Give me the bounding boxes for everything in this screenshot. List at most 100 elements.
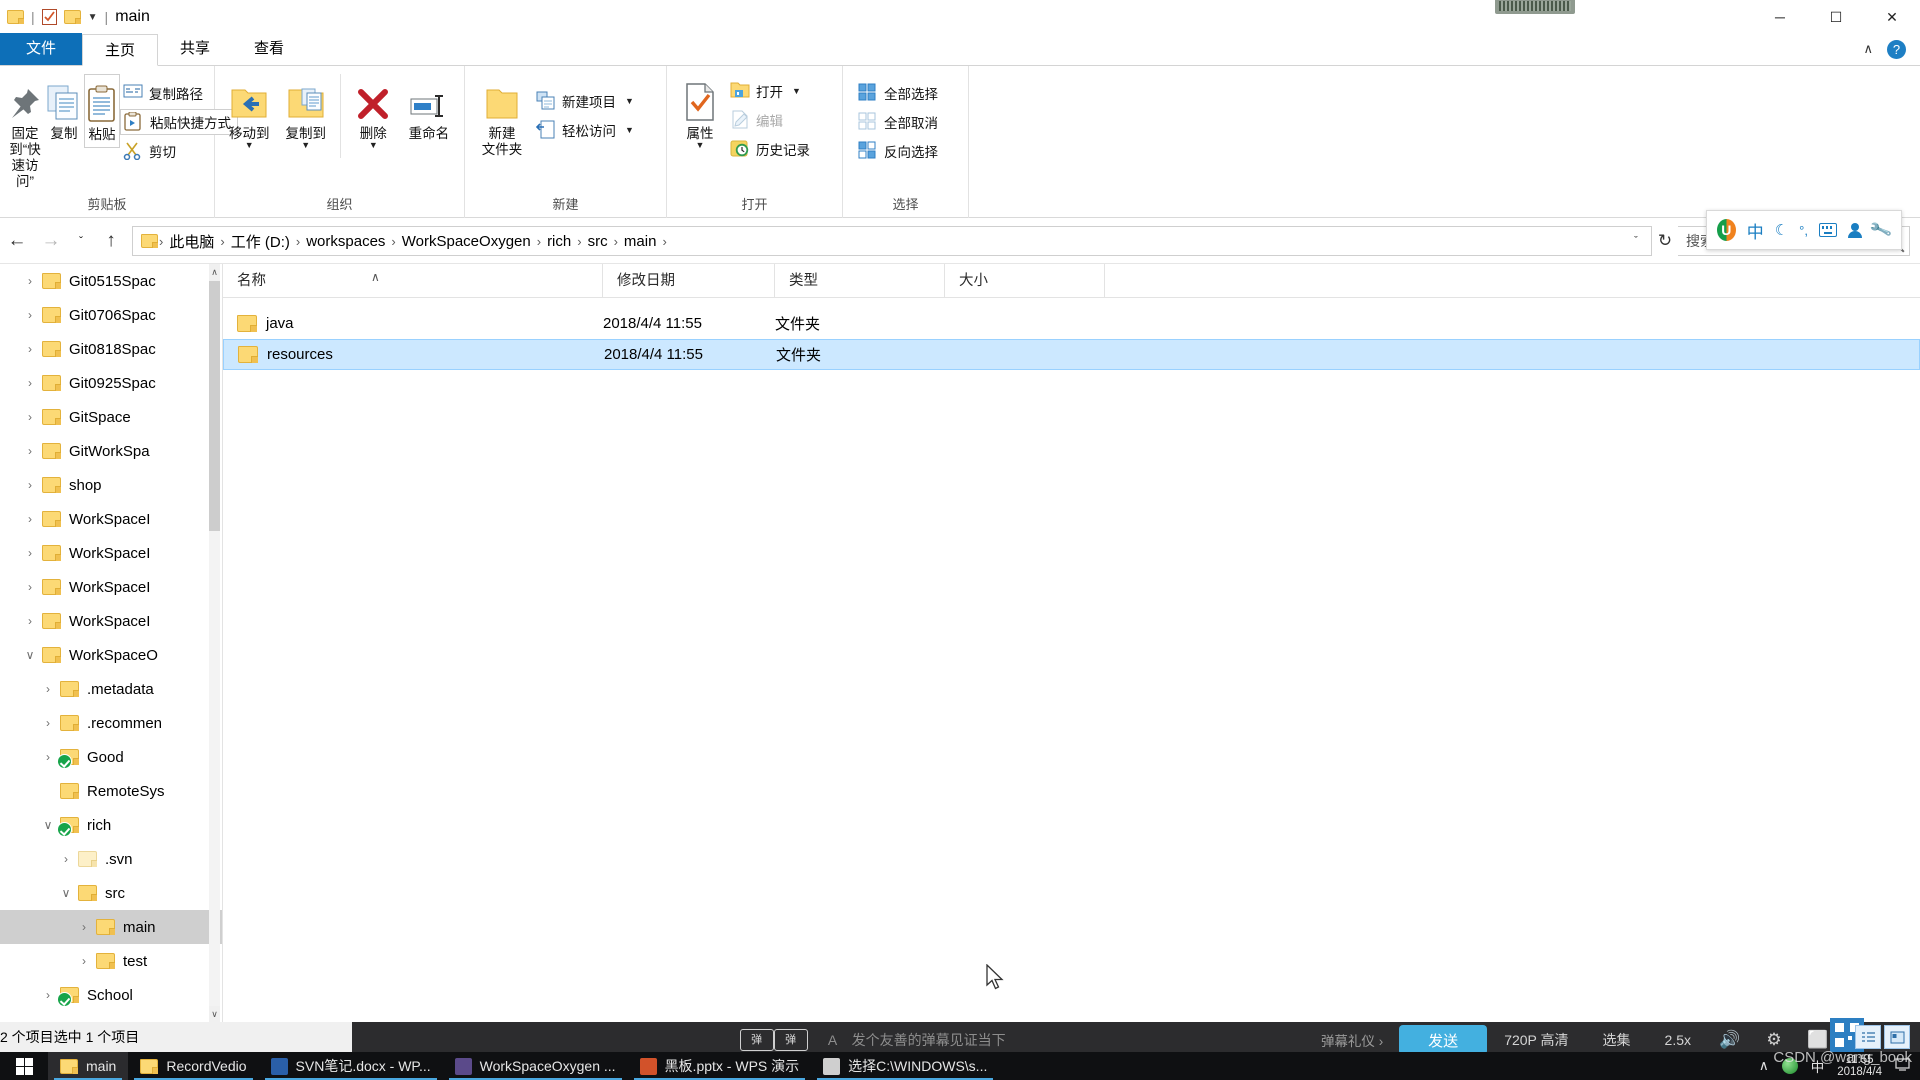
help-icon[interactable]: ? <box>1887 39 1906 59</box>
chevron-down-icon[interactable]: ▼ <box>88 12 98 23</box>
chevron-right-icon[interactable]: › <box>36 682 60 696</box>
keyboard-icon[interactable] <box>1818 223 1838 237</box>
open-caret-icon[interactable]: ▼ <box>792 86 801 96</box>
player-quality-button[interactable]: 720P 高清 <box>1487 1030 1585 1050</box>
tab-home[interactable]: 主页 <box>82 34 159 66</box>
column-header-date[interactable]: 修改日期 <box>603 263 775 298</box>
delete-button[interactable]: 删除 ▼ <box>347 74 400 152</box>
easy-access-button[interactable]: 轻松访问 ▼ <box>533 117 640 143</box>
user-icon[interactable] <box>1848 222 1863 238</box>
taskbar-item-4[interactable]: 黑板.pptx - WPS 演示 <box>628 1052 812 1080</box>
breadcrumb[interactable]: › 此电脑 › 工作 (D:) › workspaces › WorkSpace… <box>132 226 1652 256</box>
taskbar-item-3[interactable]: WorkSpaceOxygen ... <box>443 1052 628 1080</box>
tree-item-workspacei[interactable]: › WorkSpaceI <box>0 570 222 604</box>
refresh-button[interactable]: ↻ <box>1652 231 1678 251</box>
chevron-right-icon[interactable]: › <box>18 410 42 424</box>
chevron-right-icon[interactable]: › <box>54 852 78 866</box>
chevron-right-icon[interactable]: › <box>36 716 60 730</box>
paste-button[interactable]: 粘贴 <box>84 74 120 148</box>
taskbar[interactable]: main RecordVedio SVN笔记.docx - WP... WorkSpa… <box>0 1052 1920 1080</box>
chevron-right-icon[interactable]: › <box>18 546 42 560</box>
chevron-right-icon[interactable]: › <box>72 954 96 968</box>
player-settings-gear-icon[interactable]: ⚙ <box>1752 1030 1796 1050</box>
tree-item-git0515spac[interactable]: › Git0515Spac <box>0 264 222 298</box>
folder-icon-2[interactable] <box>63 10 81 24</box>
copy-to-button[interactable]: 复制到 ▼ <box>277 74 333 152</box>
tree-item-gitworkspa[interactable]: › GitWorkSpa <box>0 434 222 468</box>
column-headers[interactable]: 名称 ∧ 修改日期 类型 大小 <box>223 263 1920 298</box>
chevron-down-icon[interactable]: ∨ <box>18 648 42 662</box>
danmaku-settings-button[interactable]: 弹 <box>773 1029 808 1051</box>
tree-item-workspacei[interactable]: › WorkSpaceI <box>0 536 222 570</box>
breadcrumb-drive-d[interactable]: 工作 (D:) <box>226 231 295 252</box>
breadcrumb-rich[interactable]: rich <box>542 233 576 250</box>
taskbar-item-0[interactable]: main <box>48 1052 129 1080</box>
chevron-right-icon[interactable]: › <box>18 580 42 594</box>
tree-item-shop[interactable]: › shop <box>0 468 222 502</box>
navigation-pane[interactable]: › Git0515Spac › Git0706Spac › Git0818Spac › Git… <box>0 264 222 1022</box>
tab-share[interactable]: 共享 <box>158 33 232 65</box>
tree-item-git0706spac[interactable]: › Git0706Spac <box>0 298 222 332</box>
collapse-ribbon-icon[interactable]: ∧ <box>1863 41 1873 57</box>
tree-item-good[interactable]: › Good <box>0 740 222 774</box>
folder-icon[interactable] <box>7 10 24 24</box>
chevron-right-icon[interactable]: › <box>18 342 42 356</box>
column-header-type[interactable]: 类型 <box>775 263 945 298</box>
select-all-button[interactable]: 全部选择 <box>855 80 944 106</box>
minimize-button[interactable]: ─ <box>1752 0 1808 34</box>
chevron-right-icon[interactable]: › <box>18 274 42 288</box>
properties-button[interactable]: 属性 ▼ <box>673 74 727 152</box>
cell-name[interactable]: java <box>223 315 603 332</box>
invert-selection-button[interactable]: 反向选择 <box>855 138 944 164</box>
tree-item-.recommen[interactable]: › .recommen <box>0 706 222 740</box>
address-dropdown-icon[interactable]: ˇ <box>1625 235 1647 247</box>
edit-button[interactable]: 编辑 <box>727 107 816 133</box>
taskbar-items[interactable]: main RecordVedio SVN笔记.docx - WP... WorkSpa… <box>48 1052 999 1080</box>
view-mode-buttons[interactable] <box>1855 1022 1910 1052</box>
move-to-caret-icon[interactable]: ▼ <box>245 141 254 150</box>
chevron-right-icon[interactable]: › <box>36 784 60 798</box>
taskbar-item-1[interactable]: RecordVedio <box>128 1052 258 1080</box>
ime-toolbar[interactable]: 中 ☾ °, 🔧 <box>1706 210 1902 250</box>
copy-button[interactable]: 复制 <box>44 74 84 146</box>
new-folder-button[interactable]: 新建 文件夹 <box>471 74 533 162</box>
close-button[interactable]: ✕ <box>1864 0 1920 34</box>
player-volume-icon[interactable]: 🔊 <box>1708 1030 1752 1050</box>
taskbar-item-2[interactable]: SVN笔记.docx - WP... <box>259 1052 443 1080</box>
player-episodes-button[interactable]: 选集 <box>1586 1030 1648 1050</box>
tab-view[interactable]: 查看 <box>232 33 306 65</box>
breadcrumb-src[interactable]: src <box>583 233 613 250</box>
quick-access-toolbar[interactable]: | ▼ | main <box>0 0 150 34</box>
nav-scroll-thumb[interactable] <box>209 281 220 531</box>
chevron-down-icon[interactable]: ∨ <box>54 886 78 900</box>
tree-item-.svn[interactable]: › .svn <box>0 842 222 876</box>
file-rows[interactable]: java 2018/4/4 11:55 文件夹 resources 2018/4/4 1… <box>223 308 1920 370</box>
up-button[interactable]: ↑ <box>94 225 128 257</box>
breadcrumb-workspaces[interactable]: workspaces <box>301 233 390 250</box>
ime-mode-toggle[interactable]: 中 <box>1747 218 1764 243</box>
tree-item-src[interactable]: ∨ src <box>0 876 222 910</box>
ribbon-tabs[interactable]: 文件 主页 共享 查看 ∧ ? <box>0 33 1920 66</box>
breadcrumb-items[interactable]: › 此电脑 › 工作 (D:) › workspaces › WorkSpace… <box>158 231 1625 252</box>
pin-quick-access-button[interactable]: 固定到“快速访问” <box>6 74 44 194</box>
sogou-logo-icon[interactable] <box>1717 219 1736 241</box>
taskbar-item-5[interactable]: 选择C:\WINDOWS\s... <box>811 1052 999 1080</box>
chevron-right-icon[interactable]: › <box>18 478 42 492</box>
tree-item-test[interactable]: › test <box>0 944 222 978</box>
easy-access-caret-icon[interactable]: ▼ <box>625 125 634 135</box>
tree-item-git0818spac[interactable]: › Git0818Spac <box>0 332 222 366</box>
file-list-pane[interactable]: 名称 ∧ 修改日期 类型 大小 java 2018/4/4 11:55 文件夹 res… <box>222 263 1920 1022</box>
rename-button[interactable]: 重命名 <box>400 74 458 146</box>
back-button[interactable]: ← <box>0 225 34 257</box>
tree-item-workspaceo[interactable]: ∨ WorkSpaceO <box>0 638 222 672</box>
folder-tree[interactable]: › Git0515Spac › Git0706Spac › Git0818Spac › Git… <box>0 264 222 1012</box>
chevron-right-icon[interactable]: › <box>72 920 96 934</box>
tree-item-gitspace[interactable]: › GitSpace <box>0 400 222 434</box>
tray-chevron-icon[interactable]: ∧ <box>1759 1058 1769 1074</box>
chevron-right-icon[interactable]: › <box>18 512 42 526</box>
chevron-right-icon[interactable]: › <box>18 614 42 628</box>
danmaku-send-button[interactable]: 发送 <box>1399 1025 1488 1055</box>
delete-caret-icon[interactable]: ▼ <box>369 141 378 150</box>
tree-item-.metadata[interactable]: › .metadata <box>0 672 222 706</box>
danmaku-input[interactable]: A 发个友善的弹幕见证当下 <box>808 1030 1321 1050</box>
